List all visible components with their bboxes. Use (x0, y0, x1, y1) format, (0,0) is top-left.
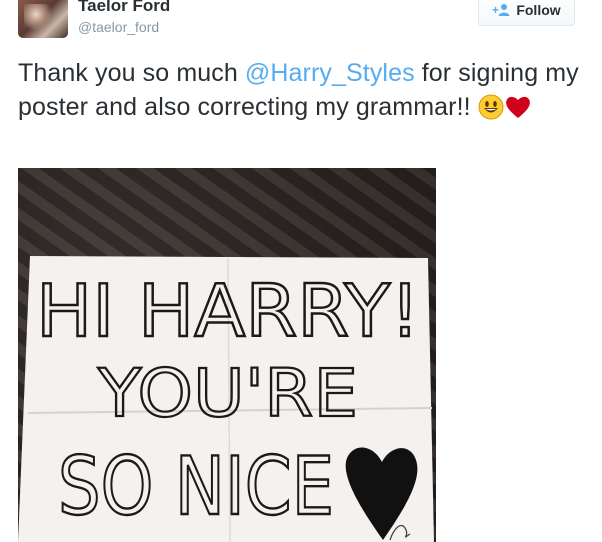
heart-emoji-icon (504, 94, 532, 129)
poster-line-2: YOU'RE (97, 355, 358, 432)
follow-label: Follow (516, 2, 561, 18)
follow-button[interactable]: + Follow (478, 0, 575, 26)
tweet-photo[interactable]: HI HARRY! YOU'RE SO NICE (18, 168, 436, 542)
poster-line-3: SO NICE (58, 440, 334, 533)
poster-line-1: HI HARRY! (36, 269, 420, 353)
author-avatar[interactable] (18, 0, 68, 38)
tweet-text: Thank you so much @Harry_Styles for sign… (18, 56, 588, 129)
author-name[interactable]: Taelor Ford (78, 0, 170, 16)
tweet-text-start: Thank you so much (18, 59, 245, 87)
follow-icon: + (492, 3, 510, 17)
author-handle[interactable]: @taelor_ford (78, 19, 159, 35)
mention-link[interactable]: @Harry_Styles (245, 59, 415, 87)
smiley-emoji-icon (478, 94, 504, 129)
svg-text:+: + (492, 3, 499, 17)
